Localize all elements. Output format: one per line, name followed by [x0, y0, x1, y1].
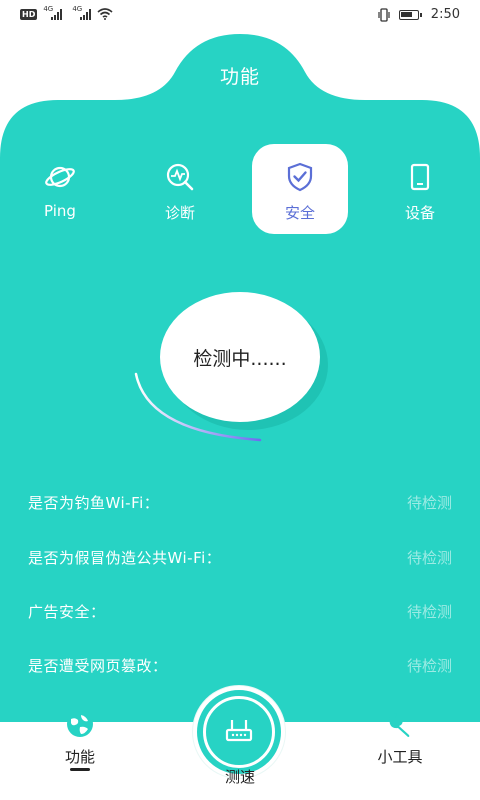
- tab-label: Ping: [44, 202, 76, 220]
- router-icon: [225, 720, 253, 742]
- nav-function[interactable]: 功能: [30, 708, 130, 788]
- check-row-fake-public: 是否为假冒伪造公共Wi-Fi： 待检测: [0, 541, 480, 571]
- signal-icon-sim1: 4G: [43, 5, 63, 20]
- status-bar: HD 4G 4G 2:50: [0, 0, 480, 32]
- speed-test-label: 测速: [224, 768, 255, 786]
- check-question: 是否为钓鱼Wi-Fi：: [28, 494, 160, 512]
- detect-status-text: 检测中......: [193, 348, 287, 370]
- clock: 2:50: [430, 7, 460, 22]
- tab-diagnose[interactable]: 诊断: [132, 144, 228, 234]
- battery-icon: [398, 9, 422, 20]
- check-question: 广告安全：: [28, 603, 106, 621]
- tab-ping[interactable]: Ping: [12, 144, 108, 234]
- check-question: 是否为假冒伪造公共Wi-Fi：: [28, 549, 222, 567]
- tab-device[interactable]: 设备: [372, 144, 468, 234]
- wrench-icon: [389, 713, 410, 737]
- nav-label: 功能: [64, 748, 95, 766]
- check-row-tamper: 是否遭受网页篡改： 待检测: [0, 649, 480, 679]
- nav-label: 小工具: [377, 748, 423, 766]
- page-title: 功能: [219, 66, 260, 88]
- shield-check-icon: [287, 162, 313, 192]
- check-status: 待检测: [406, 603, 452, 621]
- check-row-ad-security: 广告安全： 待检测: [0, 595, 480, 625]
- tab-security[interactable]: 安全: [252, 144, 348, 234]
- hd-badge: HD: [20, 8, 38, 20]
- tab-label: 安全: [284, 204, 315, 222]
- tab-bar: Ping 诊断 安全 设备: [0, 144, 480, 236]
- vibrate-icon: [378, 7, 390, 22]
- diagnose-icon: [166, 163, 194, 191]
- nav-active-indicator: [70, 768, 90, 771]
- check-status: 待检测: [406, 549, 452, 567]
- speed-test-button[interactable]: [193, 686, 285, 778]
- check-row-phishing: 是否为钓鱼Wi-Fi： 待检测: [0, 486, 480, 516]
- phone-device-icon: [410, 163, 430, 191]
- wifi-icon: [97, 8, 113, 20]
- tab-label: 诊断: [164, 204, 195, 222]
- tab-label: 设备: [404, 204, 435, 222]
- signal-icon-sim2: 4G: [72, 5, 92, 20]
- nav-tools[interactable]: 小工具: [350, 708, 450, 788]
- check-question: 是否遭受网页篡改：: [28, 657, 168, 675]
- globe-icon: [67, 711, 93, 737]
- check-status: 待检测: [406, 494, 452, 512]
- check-status: 待检测: [406, 657, 452, 675]
- planet-icon: [45, 166, 75, 188]
